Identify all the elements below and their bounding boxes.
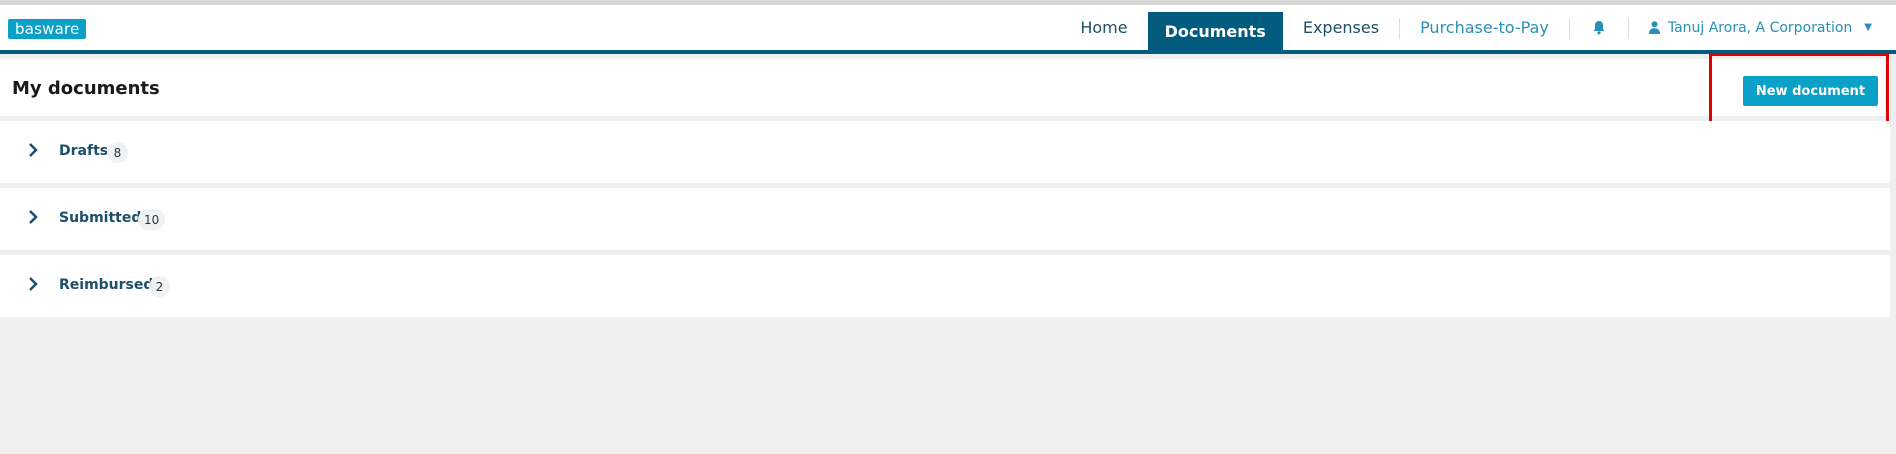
count-badge: 10 — [138, 209, 166, 230]
page-title: My documents — [12, 78, 160, 99]
nav-purchase-to-pay[interactable]: Purchase-to-Pay — [1400, 5, 1569, 50]
section-label: Reimbursed — [59, 277, 154, 293]
section-submitted[interactable]: Submitted 10 — [0, 188, 1890, 250]
nav-home[interactable]: Home — [1060, 5, 1147, 50]
notifications-button[interactable] — [1570, 5, 1628, 50]
section-drafts[interactable]: Drafts 8 — [0, 121, 1890, 183]
chevron-right-icon — [29, 277, 38, 291]
basware-logo[interactable]: basware — [8, 19, 87, 39]
caret-down-icon: ▼ — [1864, 22, 1872, 33]
section-label: Submitted — [59, 210, 142, 226]
nav-documents[interactable]: Documents — [1147, 12, 1283, 50]
section-reimbursed[interactable]: Reimbursed 2 — [0, 255, 1890, 317]
section-label: Drafts — [59, 143, 109, 159]
person-icon — [1648, 21, 1660, 34]
chevron-right-icon — [29, 210, 38, 224]
user-menu[interactable]: Tanuj Arora, A Corporation ▼ — [1629, 5, 1896, 50]
count-badge: 8 — [107, 142, 128, 163]
user-name: Tanuj Arora, A Corporation — [1667, 19, 1853, 36]
count-badge: 2 — [149, 276, 170, 297]
nav-expenses[interactable]: Expenses — [1283, 5, 1399, 50]
page-header: My documents New document — [0, 59, 1890, 116]
main-nav: Home Documents Expenses Purchase-to-Pay … — [1060, 5, 1896, 50]
bell-icon — [1593, 21, 1605, 35]
top-navigation-bar: basware Home Documents Expenses Purchase… — [0, 5, 1896, 54]
chevron-right-icon — [29, 143, 38, 157]
